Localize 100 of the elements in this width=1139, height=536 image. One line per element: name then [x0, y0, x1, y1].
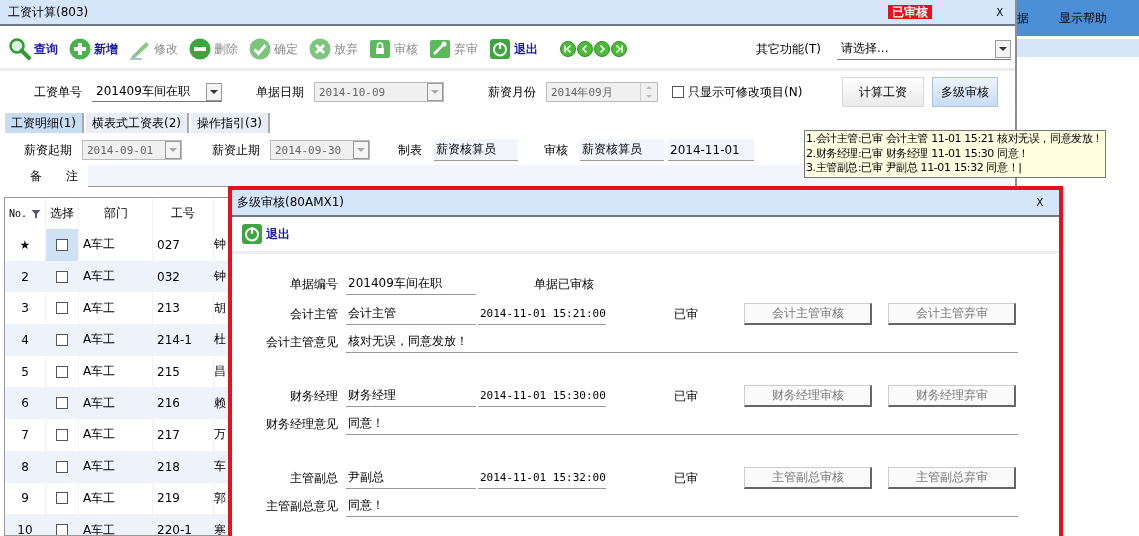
- checkbox[interactable]: [56, 460, 68, 473]
- checkbox[interactable]: [56, 302, 68, 315]
- row-number: 6: [21, 396, 29, 411]
- table-cell: 215: [157, 364, 180, 379]
- other-functions-select[interactable]: 请选择...: [837, 38, 1011, 60]
- toolbar-button[interactable]: 新增: [68, 37, 118, 61]
- next-icon[interactable]: [594, 41, 610, 57]
- last-record-icon[interactable]: [611, 41, 627, 57]
- field-label: 单据日期: [256, 83, 304, 101]
- field-label: 财务经理意见: [265, 415, 338, 433]
- row-number: ★: [19, 237, 31, 252]
- field-label: 薪资止期: [212, 141, 260, 159]
- input-field[interactable]: 薪资核算员: [580, 139, 664, 161]
- table-cell: A车工: [83, 236, 116, 254]
- menu-item[interactable]: 显示帮助: [1059, 9, 1107, 27]
- search-icon: [8, 37, 32, 61]
- table-cell: 钟: [214, 268, 226, 286]
- field-label: 会计主管: [289, 305, 338, 323]
- power-icon: [240, 222, 264, 246]
- menu-item[interactable]: 据: [1017, 9, 1029, 27]
- row-number: 8: [21, 459, 29, 474]
- column-header: No.: [8, 208, 28, 219]
- tab[interactable]: 操作指引(3): [191, 113, 270, 133]
- table-cell: A车工: [83, 489, 116, 507]
- checkbox[interactable]: [56, 428, 68, 441]
- row-number: 4: [21, 332, 29, 347]
- table-cell: A车工: [83, 331, 116, 349]
- toolbar-button[interactable]: 退出: [488, 37, 538, 61]
- close-button[interactable]: X: [992, 5, 1007, 19]
- row-number: 9: [21, 491, 29, 506]
- table-cell: A车工: [83, 363, 116, 381]
- action-button[interactable]: 多级审核: [932, 77, 999, 107]
- status-badge: 已审核: [888, 5, 933, 19]
- dropdown-icon: [427, 83, 443, 101]
- status-text: 单据已审核: [534, 275, 594, 293]
- field-label: 主管副总: [289, 469, 338, 487]
- checkbox[interactable]: 只显示可修改项目(N): [672, 83, 803, 101]
- table-cell: 217: [157, 427, 180, 442]
- checkbox[interactable]: [56, 270, 68, 283]
- salary-number-select[interactable]: 201409车间在职: [92, 82, 222, 102]
- table-cell: 214-1: [157, 332, 192, 347]
- status-text: 已审: [674, 469, 699, 487]
- selection-cell[interactable]: [46, 229, 79, 261]
- column-header: 工号: [171, 205, 195, 222]
- status-text: 已审: [674, 387, 699, 405]
- field-label: 会计主管意见: [265, 333, 338, 351]
- table-cell: 钟: [214, 236, 226, 254]
- confirm-icon: [248, 37, 272, 61]
- exit-button[interactable]: 退出: [240, 222, 290, 246]
- field-label: 主管副总意见: [265, 497, 338, 515]
- table-cell: 216: [157, 396, 180, 411]
- table-cell: A车工: [83, 458, 116, 476]
- checkbox[interactable]: [56, 238, 68, 251]
- field-label: 制表: [398, 141, 422, 159]
- dropdown-icon: [206, 82, 222, 101]
- table-cell: A车工: [83, 394, 116, 412]
- previous-icon[interactable]: [577, 41, 593, 57]
- first-record-icon[interactable]: [560, 41, 576, 57]
- input-field[interactable]: 薪资核算员: [434, 139, 518, 161]
- checkbox[interactable]: [56, 524, 68, 535]
- table-cell: 218: [157, 459, 180, 474]
- table-cell: 赖: [214, 394, 226, 412]
- table-cell: A车工: [83, 299, 116, 317]
- checkbox[interactable]: [56, 492, 68, 505]
- table-cell: 车: [214, 458, 226, 476]
- field-label: 工资单号: [34, 83, 82, 101]
- delete-icon: [188, 37, 212, 61]
- table-cell: 昌: [214, 363, 226, 381]
- close-button[interactable]: X: [1026, 196, 1053, 209]
- tooltip-line: 3.主管副总:已审 尹副总 11-01 15:32 同意！|: [806, 161, 1023, 176]
- filter-icon[interactable]: [31, 208, 42, 219]
- dropdown-icon: [353, 141, 369, 159]
- table-cell: 郭: [214, 489, 226, 507]
- table-cell: 027: [157, 237, 180, 252]
- cancel-icon: [308, 37, 332, 61]
- tooltip-line: 1.会计主管:已审 会计主管 11-01 15:21 核对无误，同意发放！: [806, 132, 1105, 147]
- checkbox[interactable]: [56, 397, 68, 410]
- table-cell: 032: [157, 269, 180, 284]
- table-cell: 213: [157, 301, 180, 316]
- table-cell: 219: [157, 491, 180, 506]
- dropdown-icon: [165, 141, 181, 159]
- checkbox[interactable]: [56, 333, 68, 346]
- table-cell: 220-1: [157, 523, 192, 535]
- tab[interactable]: 工资明细(1): [5, 113, 84, 133]
- column-header: 部门: [103, 205, 128, 222]
- table-cell: A车工: [83, 268, 116, 286]
- dialog-title: 多级审核(80AMX1): [237, 194, 345, 211]
- table-cell: 万: [214, 426, 226, 444]
- field-label: 审核: [544, 141, 568, 159]
- table-cell: 杜: [214, 331, 226, 349]
- checkbox[interactable]: [56, 365, 68, 378]
- action-button[interactable]: 计算工资: [842, 77, 925, 107]
- table-cell: 寒: [214, 521, 226, 535]
- field-label: 财务经理: [289, 387, 338, 405]
- tab[interactable]: 横表式工资表(2): [86, 113, 189, 133]
- column-header: 选择: [50, 205, 74, 222]
- row-number: 7: [21, 427, 29, 442]
- input-field[interactable]: 2014-11-01: [668, 139, 754, 161]
- other-functions-label: 其它功能(T): [756, 40, 821, 58]
- toolbar-button[interactable]: 查询: [8, 37, 58, 61]
